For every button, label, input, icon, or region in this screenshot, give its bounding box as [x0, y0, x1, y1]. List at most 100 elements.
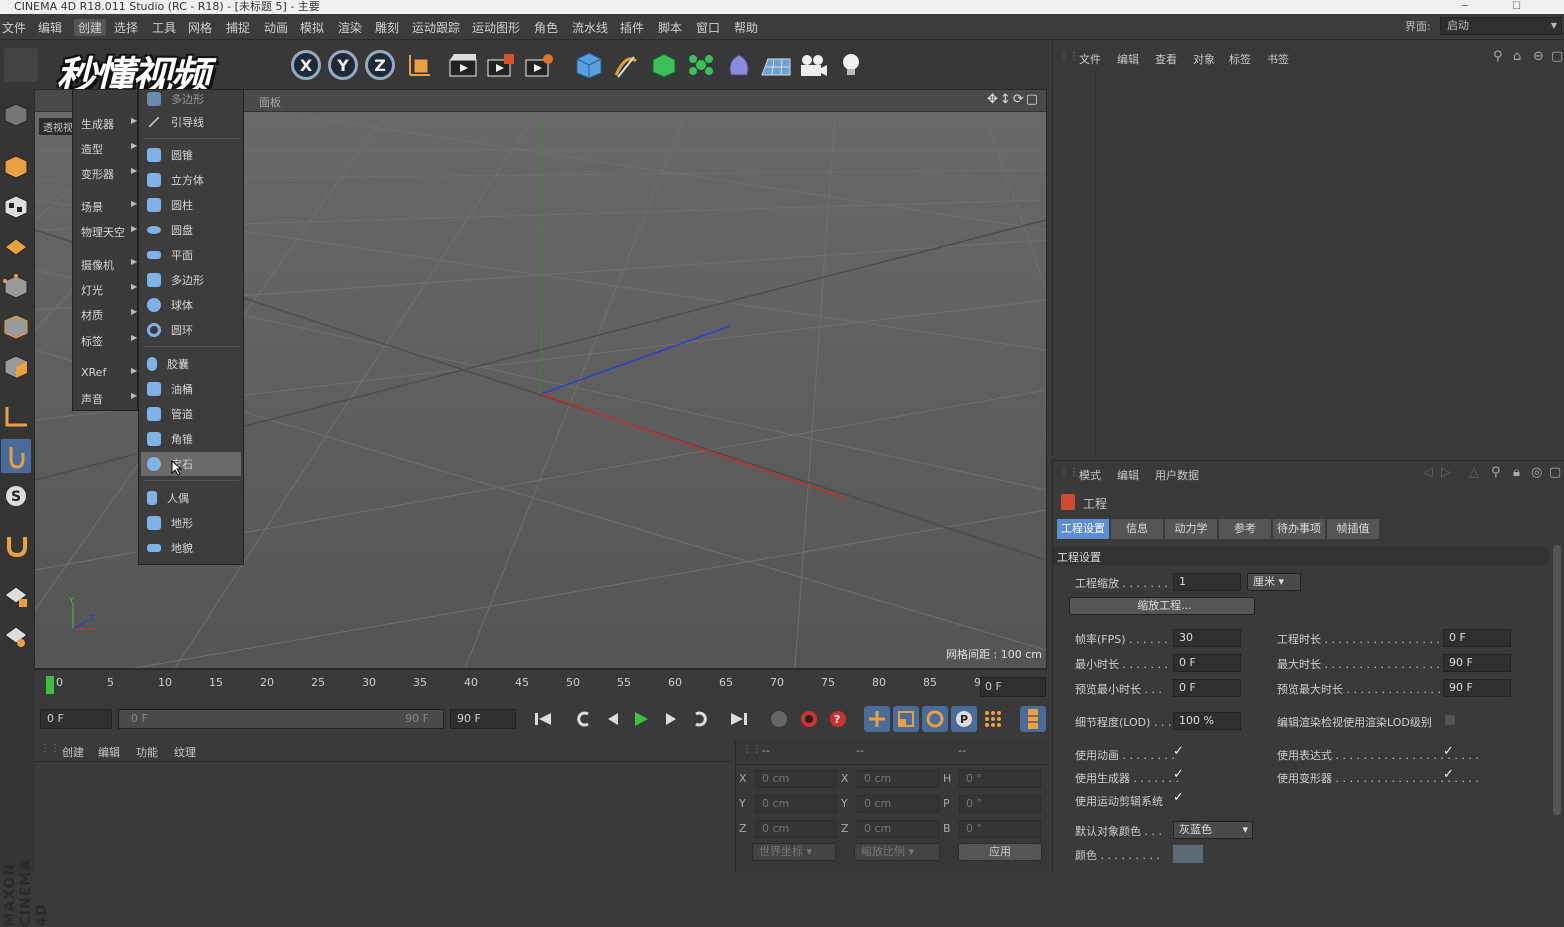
- coord-value-field[interactable]: 0 °: [959, 770, 1041, 788]
- panel-grip-icon[interactable]: ⋮⋮: [1059, 467, 1079, 478]
- om-menu-bookmarks[interactable]: 书签: [1267, 51, 1289, 67]
- viewport-panel-menu[interactable]: 面板: [259, 94, 281, 110]
- submenu-item-capsule[interactable]: 胶囊: [141, 352, 241, 376]
- menu-item-tag[interactable]: 标签 ▶: [81, 333, 137, 349]
- back-arrow-icon[interactable]: ◁: [1423, 465, 1433, 480]
- coord-value-field[interactable]: 0 °: [959, 820, 1041, 838]
- om-menu-edit[interactable]: 编辑: [1117, 51, 1139, 67]
- menu-mograph[interactable]: 运动图形: [472, 19, 520, 36]
- menu-render[interactable]: 渲染: [338, 19, 362, 36]
- menu-window[interactable]: 窗口: [696, 19, 720, 36]
- key-position-icon[interactable]: [864, 706, 890, 732]
- current-frame-field[interactable]: 0 F: [980, 677, 1046, 697]
- coordinate-system-icon[interactable]: [403, 48, 437, 82]
- timeline-layout-icon[interactable]: [1020, 706, 1046, 732]
- menu-file[interactable]: 文件: [2, 19, 26, 36]
- submenu-item-polygon[interactable]: 多边形: [141, 268, 241, 292]
- tab-project-settings[interactable]: 工程设置: [1057, 519, 1109, 539]
- preview-max-field[interactable]: 90 F: [1443, 679, 1511, 697]
- submenu-item-tube[interactable]: 管道: [141, 402, 241, 426]
- tab-info[interactable]: 信息: [1111, 519, 1163, 539]
- menu-select[interactable]: 选择: [114, 19, 138, 36]
- coord-value-field[interactable]: 0 cm: [857, 795, 939, 813]
- up-arrow-icon[interactable]: △: [1469, 465, 1479, 480]
- menu-item-sound[interactable]: 声音 ▶: [81, 391, 137, 407]
- target-icon[interactable]: ◎: [1531, 465, 1542, 480]
- material-menu-texture[interactable]: 纹理: [174, 744, 196, 760]
- coord-value-field[interactable]: 0 °: [959, 795, 1041, 813]
- preview-range-slider[interactable]: 0 F 90 F: [118, 709, 444, 729]
- coord-value-field[interactable]: 0 cm: [755, 820, 837, 838]
- coord-value-field[interactable]: 0 cm: [755, 770, 837, 788]
- use-generators-checkbox[interactable]: ✓: [1173, 767, 1184, 782]
- coord-value-field[interactable]: 0 cm: [857, 770, 939, 788]
- floor-icon[interactable]: [759, 48, 793, 82]
- previous-frame-icon[interactable]: [600, 706, 626, 732]
- home-icon[interactable]: ⌂: [1513, 49, 1521, 64]
- menu-motion-tracking[interactable]: 运动跟踪: [412, 19, 460, 36]
- default-color-select[interactable]: 灰蓝色 ▾: [1173, 821, 1253, 839]
- key-rotation-icon[interactable]: [922, 706, 948, 732]
- project-scale-field[interactable]: 1: [1173, 573, 1241, 591]
- key-pla-icon[interactable]: [980, 706, 1006, 732]
- tab-reference[interactable]: 参考: [1219, 519, 1271, 539]
- pen-spline-icon[interactable]: [609, 48, 643, 82]
- points-mode-icon[interactable]: [1, 269, 31, 303]
- tab-key-interpolation[interactable]: 帧插值: [1327, 519, 1379, 539]
- model-mode-icon[interactable]: [1, 149, 31, 183]
- submenu-item-torus[interactable]: 圆环: [141, 318, 241, 342]
- panel-grip-icon[interactable]: ⋮⋮: [40, 743, 60, 754]
- light-icon[interactable]: [834, 48, 868, 82]
- play-icon[interactable]: [628, 706, 654, 732]
- om-menu-view[interactable]: 查看: [1155, 51, 1177, 67]
- use-animation-checkbox[interactable]: ✓: [1173, 744, 1184, 759]
- submenu-item-relief[interactable]: 地貌: [141, 536, 241, 560]
- attr-menu-userdata[interactable]: 用户数据: [1155, 467, 1199, 483]
- submenu-item-sphere[interactable]: 球体: [141, 293, 241, 317]
- coord-value-field[interactable]: 0 cm: [755, 795, 837, 813]
- end-frame-field[interactable]: 90 F: [450, 709, 516, 729]
- render-lod-checkbox[interactable]: [1445, 715, 1455, 725]
- subdivision-surface-icon[interactable]: [647, 48, 681, 82]
- tab-todo[interactable]: 待办事项: [1273, 519, 1325, 539]
- key-parameter-icon[interactable]: P: [951, 706, 977, 732]
- go-to-end-icon[interactable]: [726, 706, 752, 732]
- menu-item-camera[interactable]: 摄像机 ▶: [81, 257, 137, 273]
- go-to-start-icon[interactable]: [530, 706, 556, 732]
- scale-mode-select[interactable]: 缩放比例 ▾: [854, 843, 940, 861]
- render-view-icon[interactable]: [446, 48, 480, 82]
- menu-create[interactable]: 创建: [74, 19, 107, 36]
- next-frame-icon[interactable]: [658, 706, 684, 732]
- tab-dynamics[interactable]: 动力学: [1165, 519, 1217, 539]
- project-length-field[interactable]: 0 F: [1443, 629, 1511, 647]
- menu-item-physical-sky[interactable]: 物理天空 ▶: [81, 224, 137, 240]
- apply-button[interactable]: 应用: [958, 843, 1042, 861]
- submenu-item-landscape[interactable]: 地形: [141, 511, 241, 535]
- layout-select[interactable]: 启动 ▼: [1440, 17, 1562, 35]
- submenu-item-guide[interactable]: 引导线: [141, 110, 241, 134]
- lod-field[interactable]: 100 %: [1173, 712, 1241, 730]
- submenu-item-polygon-partial[interactable]: 多边形: [141, 90, 241, 108]
- material-menu-function[interactable]: 功能: [136, 744, 158, 760]
- maximize-icon[interactable]: ☐: [1512, 0, 1521, 14]
- submenu-item-cube[interactable]: 立方体: [141, 168, 241, 192]
- lock-workplane-icon[interactable]: [1, 579, 31, 613]
- planar-workplane-icon[interactable]: [1, 619, 31, 653]
- axis-mode-icon[interactable]: [1, 399, 31, 433]
- expand-icon[interactable]: ▢: [1549, 465, 1561, 480]
- tweak-mode-icon[interactable]: [1, 439, 31, 473]
- menu-item-generators[interactable]: 生成器 ▶: [81, 116, 137, 132]
- snap-icon[interactable]: S: [1, 479, 31, 513]
- menu-character[interactable]: 角色: [534, 19, 558, 36]
- menu-plugins[interactable]: 插件: [620, 19, 644, 36]
- coord-value-field[interactable]: 0 cm: [857, 820, 939, 838]
- material-list-area[interactable]: [34, 762, 732, 872]
- menu-item-scene[interactable]: 场景 ▶: [81, 199, 137, 215]
- submenu-item-pyramid[interactable]: 角锥: [141, 427, 241, 451]
- z-axis-lock-button[interactable]: Z: [365, 50, 395, 80]
- menu-pipeline[interactable]: 流水线: [572, 19, 608, 36]
- y-axis-lock-button[interactable]: Y: [328, 50, 358, 80]
- lock-icon[interactable]: 🔒︎: [1513, 465, 1520, 480]
- key-scale-icon[interactable]: [893, 706, 919, 732]
- make-editable-icon[interactable]: [1, 97, 31, 131]
